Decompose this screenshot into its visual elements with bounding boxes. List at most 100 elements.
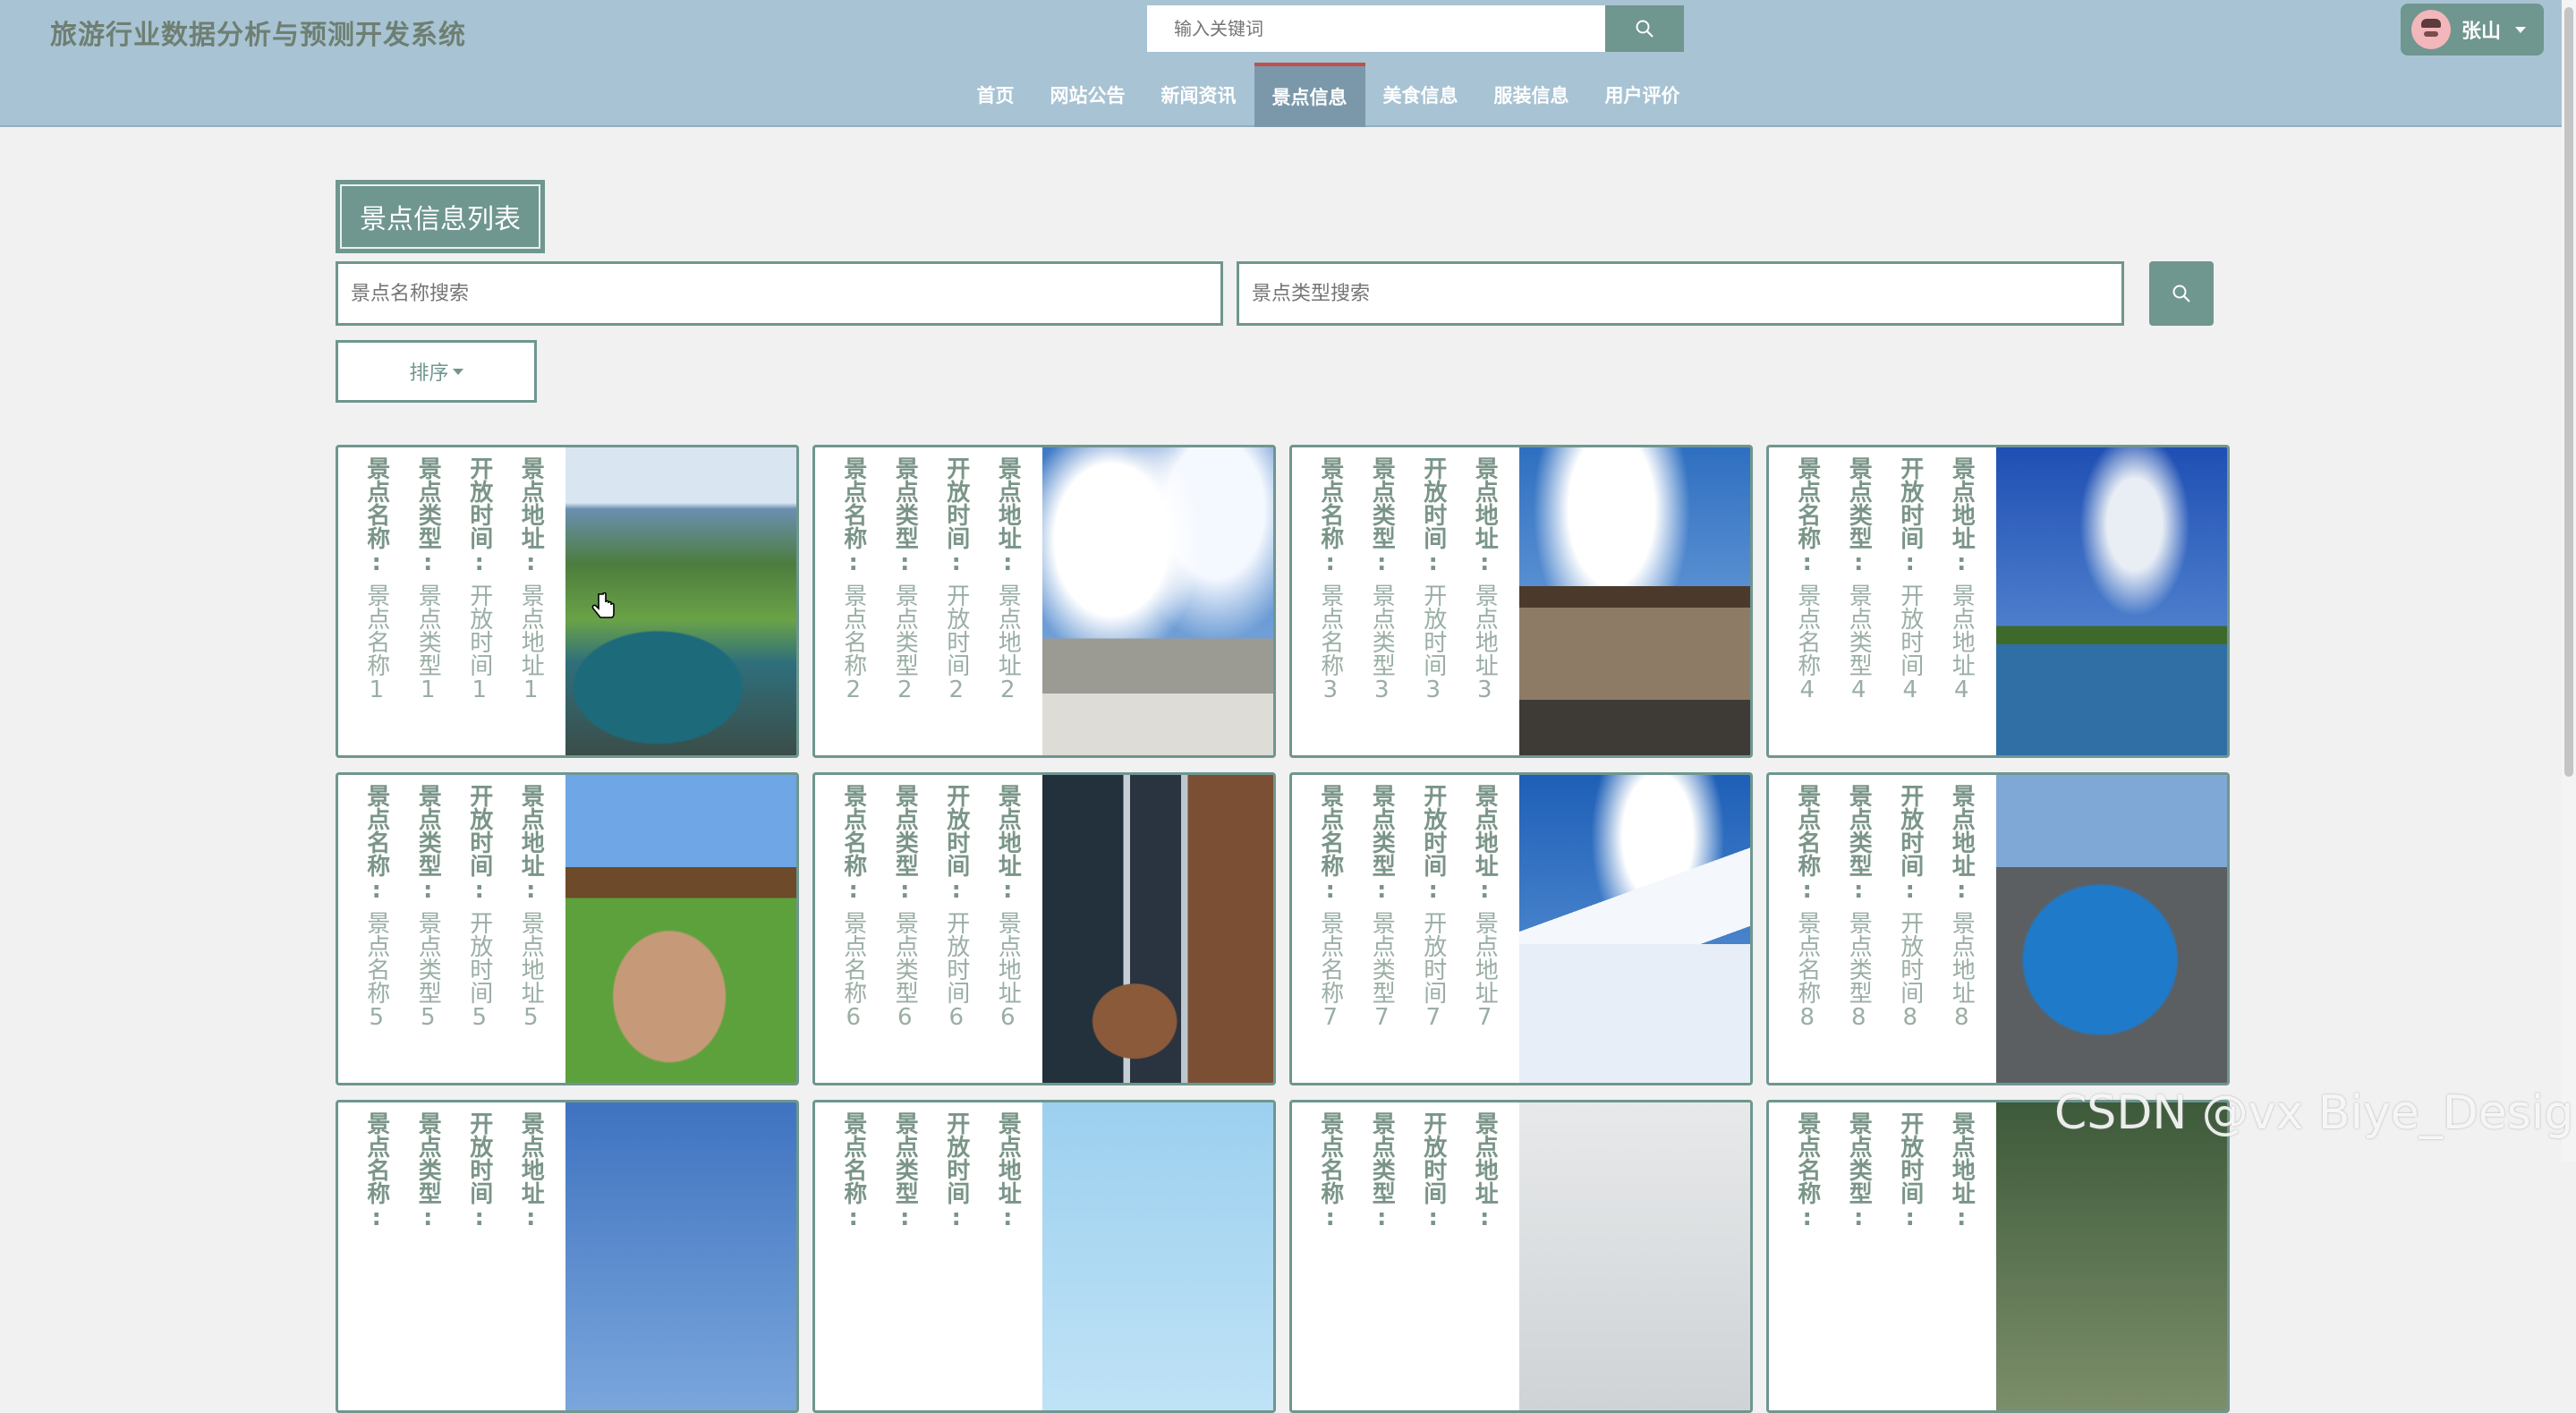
page-scrollbar[interactable] (2562, 0, 2576, 1162)
attraction-field-label: 开放时间: (465, 784, 493, 904)
attraction-field-type: 景点类型: 景点类型1 (414, 456, 441, 755)
attraction-field-value: 景点类型7 (1368, 911, 1396, 1031)
attraction-image[interactable] (1519, 775, 1750, 1083)
avatar (2411, 10, 2451, 49)
sort-label: 排序 (409, 362, 449, 385)
attraction-field-address: 景点地址: 景点地址2 (994, 456, 1022, 755)
filter-search-button[interactable] (2149, 261, 2214, 326)
attraction-image[interactable] (565, 1102, 796, 1410)
attraction-field-value: 开放时间7 (1419, 911, 1447, 1031)
attraction-field-label: 景点地址: (1948, 1111, 1976, 1231)
attraction-card[interactable]: 景点名称: 景点类型: 开放时间: 景点地址: (812, 1100, 1276, 1413)
attraction-name-search-input[interactable] (336, 261, 1223, 326)
attraction-field-name: 景点名称: (1316, 1111, 1344, 1410)
attraction-field-open-time: 开放时间: 开放时间7 (1419, 784, 1447, 1083)
attraction-field-label: 开放时间: (942, 784, 970, 904)
attraction-image[interactable] (1042, 447, 1273, 755)
attraction-card-info: 景点名称: 景点名称3 景点类型: 景点类型3 开放时间: 开放时间3 景点地址: 景点地址3 (1292, 447, 1519, 755)
attraction-card[interactable]: 景点名称: 景点类型: 开放时间: 景点地址: (336, 1100, 799, 1413)
attraction-field-name: 景点名称: (363, 1111, 390, 1410)
user-name: 张山 (2461, 21, 2502, 43)
attraction-field-type: 景点类型: 景点类型7 (1368, 784, 1396, 1083)
attraction-field-value: 开放时间8 (1896, 911, 1924, 1031)
attraction-field-value: 景点名称3 (1316, 583, 1344, 703)
attraction-field-label: 景点地址: (994, 784, 1022, 904)
site-title: 旅游行业数据分析与预测开发系统 (50, 20, 466, 51)
attraction-image[interactable] (1042, 1102, 1273, 1410)
attraction-field-type: 景点类型: (891, 1111, 919, 1410)
attraction-field-label: 开放时间: (465, 1111, 493, 1231)
nav-item-attractions[interactable]: 景点信息 (1254, 63, 1365, 127)
attraction-field-label: 景点类型: (891, 1111, 919, 1231)
attraction-field-label: 开放时间: (1419, 456, 1447, 576)
attraction-image[interactable] (1042, 775, 1273, 1083)
attraction-card[interactable]: 景点名称: 景点类型: 开放时间: 景点地址: (1766, 1100, 2230, 1413)
attraction-card[interactable]: 景点名称: 景点名称4 景点类型: 景点类型4 开放时间: 开放时间4 景点地址: 景点地址4 (1766, 445, 2230, 758)
attraction-card[interactable]: 景点名称: 景点名称3 景点类型: 景点类型3 开放时间: 开放时间3 景点地址: 景点地址3 (1289, 445, 1753, 758)
attraction-card-info: 景点名称: 景点名称5 景点类型: 景点类型5 开放时间: 开放时间5 景点地址: 景点地址5 (338, 775, 565, 1083)
attraction-image[interactable] (565, 775, 796, 1083)
nav-item-announcements[interactable]: 网站公告 (1033, 63, 1143, 127)
attraction-field-label: 开放时间: (1419, 1111, 1447, 1231)
global-search-input[interactable] (1147, 5, 1605, 52)
attraction-field-label: 景点地址: (994, 456, 1022, 576)
attraction-field-label: 景点类型: (1845, 784, 1873, 904)
attraction-field-value: 景点类型2 (891, 583, 919, 703)
attraction-card[interactable]: 景点名称: 景点名称5 景点类型: 景点类型5 开放时间: 开放时间5 景点地址: 景点地址5 (336, 772, 799, 1085)
attraction-field-value: 景点地址6 (994, 911, 1022, 1031)
sort-dropdown-button[interactable]: 排序 (336, 340, 537, 403)
attraction-image[interactable] (1519, 1102, 1750, 1410)
attraction-field-name: 景点名称: 景点名称5 (362, 784, 390, 1083)
attraction-field-label: 景点地址: (1471, 1111, 1499, 1231)
attraction-card[interactable]: 景点名称: 景点名称1 景点类型: 景点类型1 开放时间: 开放时间1 景点地址: 景点地址1 (336, 445, 799, 758)
nav-item-clothing[interactable]: 服装信息 (1476, 63, 1587, 127)
attraction-card-info: 景点名称: 景点名称7 景点类型: 景点类型7 开放时间: 开放时间7 景点地址: 景点地址7 (1292, 775, 1519, 1083)
attraction-image[interactable] (1996, 775, 2227, 1083)
attraction-field-name: 景点名称: 景点名称2 (840, 456, 867, 755)
attraction-field-type: 景点类型: 景点类型5 (414, 784, 442, 1083)
scrollbar-thumb[interactable] (2564, 7, 2573, 777)
attraction-card[interactable]: 景点名称: 景点名称8 景点类型: 景点类型8 开放时间: 开放时间8 景点地址: 景点地址8 (1766, 772, 2230, 1085)
attraction-field-label: 景点名称: (1316, 784, 1344, 904)
attraction-field-name: 景点名称: 景点名称4 (1794, 456, 1821, 755)
attraction-card[interactable]: 景点名称: 景点名称7 景点类型: 景点类型7 开放时间: 开放时间7 景点地址: 景点地址7 (1289, 772, 1753, 1085)
attraction-field-name: 景点名称: 景点名称7 (1316, 784, 1344, 1083)
attraction-field-value: 景点类型3 (1368, 583, 1396, 703)
attraction-image[interactable] (1996, 447, 2227, 755)
attraction-field-label: 开放时间: (1896, 456, 1924, 576)
chevron-down-icon (2515, 26, 2527, 33)
attraction-field-label: 景点类型: (1368, 1111, 1396, 1231)
attraction-field-label: 景点类型: (1368, 784, 1396, 904)
search-icon (1636, 20, 1654, 38)
attraction-field-value: 开放时间1 (465, 583, 493, 703)
attraction-card-info: 景点名称: 景点名称2 景点类型: 景点类型2 开放时间: 开放时间2 景点地址: 景点地址2 (815, 447, 1042, 755)
attraction-field-value: 景点地址8 (1948, 911, 1976, 1031)
attraction-image[interactable] (1996, 1102, 2227, 1410)
attraction-field-value: 开放时间5 (465, 911, 493, 1031)
attraction-field-open-time: 开放时间: (1897, 1111, 1924, 1410)
attraction-field-value: 景点名称8 (1793, 911, 1821, 1031)
user-menu-button[interactable]: 张山 (2401, 4, 2544, 55)
attraction-field-value: 开放时间4 (1896, 583, 1924, 703)
nav-item-food[interactable]: 美食信息 (1365, 63, 1476, 127)
attraction-field-type: 景点类型: (414, 1111, 441, 1410)
attraction-image[interactable] (1519, 447, 1750, 755)
nav-item-news[interactable]: 新闻资讯 (1143, 63, 1254, 127)
nav-item-home[interactable]: 首页 (959, 63, 1033, 127)
attraction-field-type: 景点类型: (1845, 1111, 1873, 1410)
nav-item-reviews[interactable]: 用户评价 (1587, 63, 1698, 127)
attraction-field-value: 景点地址4 (1948, 583, 1976, 703)
attraction-card-info: 景点名称: 景点类型: 开放时间: 景点地址: (815, 1102, 1042, 1410)
attraction-card[interactable]: 景点名称: 景点名称6 景点类型: 景点类型6 开放时间: 开放时间6 景点地址: 景点地址6 (812, 772, 1276, 1085)
attraction-field-label: 景点类型: (891, 456, 919, 576)
attraction-field-value: 景点类型5 (414, 911, 442, 1031)
attraction-field-label: 景点名称: (1316, 1111, 1344, 1231)
attraction-field-label: 景点类型: (1845, 1111, 1873, 1231)
global-search-button[interactable] (1605, 5, 1684, 52)
attraction-type-search-input[interactable] (1237, 261, 2124, 326)
attraction-field-label: 景点名称: (839, 784, 867, 904)
attraction-field-value: 景点名称5 (362, 911, 390, 1031)
attraction-card-info: 景点名称: 景点名称6 景点类型: 景点类型6 开放时间: 开放时间6 景点地址: 景点地址6 (815, 775, 1042, 1083)
attraction-card[interactable]: 景点名称: 景点名称2 景点类型: 景点类型2 开放时间: 开放时间2 景点地址: 景点地址2 (812, 445, 1276, 758)
attraction-card[interactable]: 景点名称: 景点类型: 开放时间: 景点地址: (1289, 1100, 1753, 1413)
